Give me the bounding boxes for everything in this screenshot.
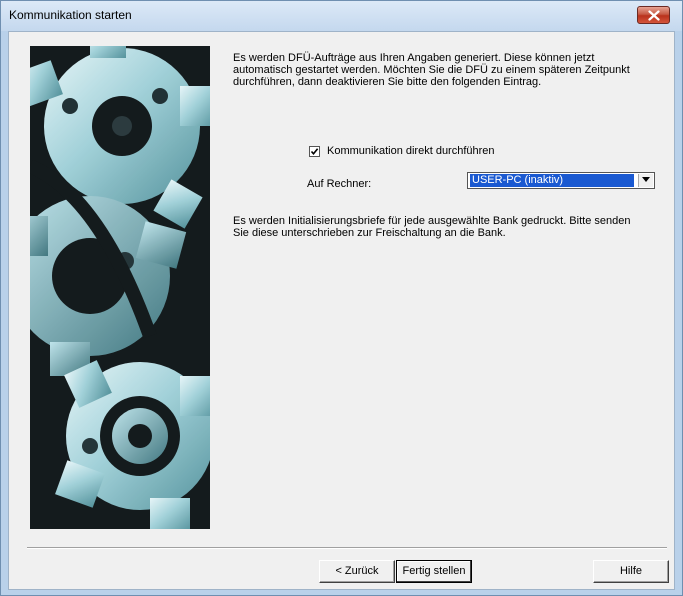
computer-select[interactable]: USER-PC (inaktiv) [467,172,655,189]
gears-image [30,46,210,529]
close-button[interactable] [637,6,670,24]
intro-text: Es werden DFÜ-Aufträge aus Ihren Angaben… [233,52,630,88]
close-icon [648,10,660,21]
dialog-window: Kommunikation starten Es werden DFÜ-Auft… [0,0,683,596]
dialog-client-area: Es werden DFÜ-Aufträge aus Ihren Angaben… [8,31,675,590]
window-title: Kommunikation starten [9,8,132,22]
computer-select-value: USER-PC (inaktiv) [470,174,634,187]
computer-select-dropdown-button[interactable] [638,174,653,187]
computer-label: Auf Rechner: [307,178,372,190]
info-text: Es werden Initialisierungsbriefe für jed… [233,215,631,239]
chevron-down-icon [642,177,650,182]
finish-button[interactable]: Fertig stellen [396,560,472,583]
communication-checkbox[interactable] [309,145,320,157]
button-separator [27,547,667,549]
back-button[interactable]: < Zurück [319,560,395,583]
communication-checkbox-label[interactable]: Kommunikation direkt durchführen [327,145,495,157]
communication-checkbox-row[interactable]: Kommunikation direkt durchführen [309,144,495,158]
title-bar[interactable]: Kommunikation starten [1,1,682,31]
wizard-image [30,46,210,529]
checkmark-icon [310,147,319,155]
help-button[interactable]: Hilfe [593,560,669,583]
